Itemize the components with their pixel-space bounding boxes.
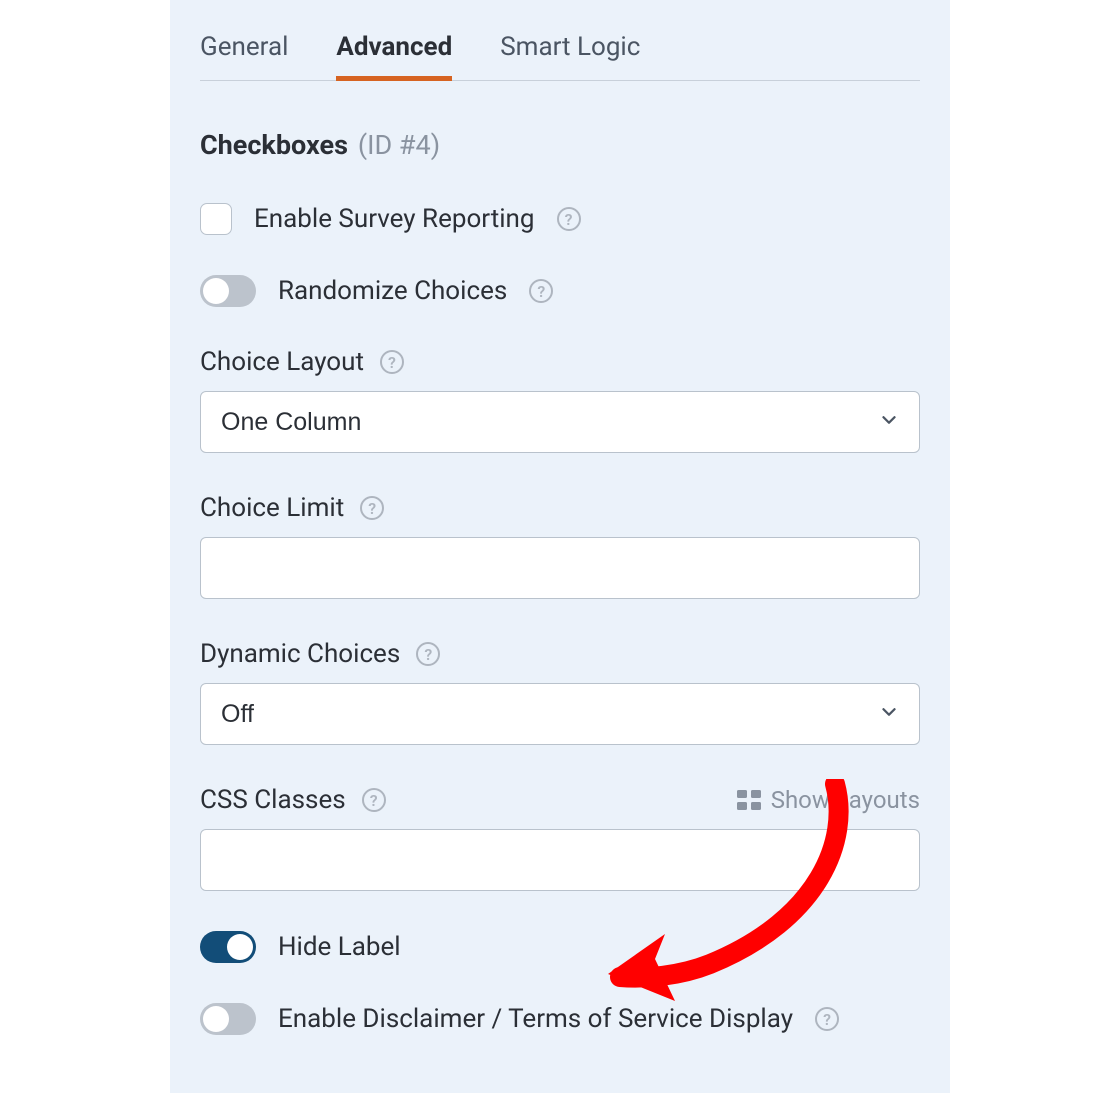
- enable-survey-row: Enable Survey Reporting ?: [200, 203, 920, 235]
- section-title: Checkboxes: [200, 129, 348, 161]
- tabs: General Advanced Smart Logic: [200, 0, 920, 81]
- field-settings-panel: General Advanced Smart Logic Checkboxes …: [170, 0, 950, 1093]
- show-layouts-button[interactable]: Show Layouts: [737, 786, 920, 814]
- help-icon[interactable]: ?: [360, 496, 384, 520]
- choice-limit-block: Choice Limit ?: [200, 493, 920, 599]
- dynamic-choices-label: Dynamic Choices: [200, 639, 400, 669]
- css-classes-label: CSS Classes: [200, 785, 346, 815]
- help-icon[interactable]: ?: [557, 207, 581, 231]
- dynamic-choices-block: Dynamic Choices ?: [200, 639, 920, 745]
- css-classes-input[interactable]: [200, 829, 920, 891]
- randomize-label: Randomize Choices: [278, 276, 507, 306]
- section-header: Checkboxes (ID #4): [200, 81, 920, 161]
- hide-label-label: Hide Label: [278, 932, 401, 962]
- randomize-toggle[interactable]: [200, 275, 256, 307]
- show-layouts-label: Show Layouts: [771, 786, 920, 814]
- hide-label-toggle[interactable]: [200, 931, 256, 963]
- choice-limit-input[interactable]: [200, 537, 920, 599]
- help-icon[interactable]: ?: [362, 788, 386, 812]
- help-icon[interactable]: ?: [815, 1007, 839, 1031]
- randomize-row: Randomize Choices ?: [200, 275, 920, 307]
- enable-disclaimer-row: Enable Disclaimer / Terms of Service Dis…: [200, 1003, 920, 1035]
- dynamic-choices-select[interactable]: [200, 683, 920, 745]
- css-classes-block: CSS Classes ? Show Layouts: [200, 785, 920, 891]
- section-id: (ID #4): [358, 129, 440, 161]
- enable-survey-checkbox[interactable]: [200, 203, 232, 235]
- help-icon[interactable]: ?: [380, 350, 404, 374]
- tab-advanced[interactable]: Advanced: [336, 20, 452, 80]
- help-icon[interactable]: ?: [416, 642, 440, 666]
- choice-limit-label: Choice Limit: [200, 493, 344, 523]
- tab-general[interactable]: General: [200, 20, 288, 80]
- enable-disclaimer-label: Enable Disclaimer / Terms of Service Dis…: [278, 1004, 793, 1034]
- hide-label-row: Hide Label: [200, 931, 920, 963]
- enable-survey-label: Enable Survey Reporting: [254, 204, 535, 234]
- grid-icon: [737, 790, 761, 810]
- choice-layout-select[interactable]: [200, 391, 920, 453]
- tab-smart-logic[interactable]: Smart Logic: [500, 20, 640, 80]
- enable-disclaimer-toggle[interactable]: [200, 1003, 256, 1035]
- choice-layout-label: Choice Layout: [200, 347, 364, 377]
- help-icon[interactable]: ?: [529, 279, 553, 303]
- choice-layout-block: Choice Layout ?: [200, 347, 920, 453]
